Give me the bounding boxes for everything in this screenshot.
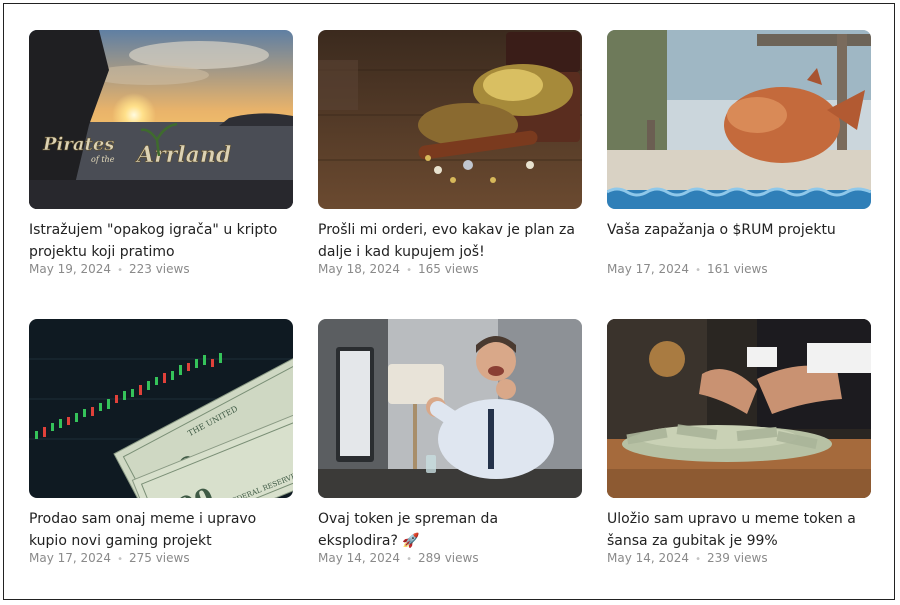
post-thumbnail[interactable] — [318, 319, 582, 498]
post-date: May 14, 2024 — [607, 551, 690, 565]
post-views: 239 views — [706, 551, 768, 565]
post-views: 165 views — [417, 262, 479, 276]
post-card[interactable]: Ovaj token je spreman da eksplodira? 🚀 M… — [318, 319, 582, 569]
image-caption: of the — [91, 155, 115, 164]
separator-dot-icon: • — [117, 554, 123, 565]
post-title[interactable]: Ovaj token je spreman da eksplodira? 🚀 — [318, 508, 582, 552]
separator-dot-icon: • — [695, 265, 701, 276]
post-meta: May 14, 2024 • 239 views — [607, 549, 871, 569]
post-title[interactable]: Uložio sam upravo u meme token a šansa z… — [607, 508, 871, 552]
post-thumbnail[interactable]: 100 THE UNITED 100 FEDERAL RESERVE NOTE — [29, 319, 293, 498]
post-thumbnail[interactable] — [318, 30, 582, 209]
post-date: May 18, 2024 — [318, 262, 401, 276]
post-title[interactable]: Prodao sam onaj meme i upravo kupio novi… — [29, 508, 293, 552]
post-card[interactable]: 100 THE UNITED 100 FEDERAL RESERVE NOTE … — [29, 319, 293, 569]
separator-dot-icon: • — [117, 265, 123, 276]
pirates-arrland-image: Pirates of the Arrland — [29, 30, 293, 209]
image-caption: Arrland — [135, 142, 231, 168]
post-meta: May 19, 2024 • 223 views — [29, 260, 293, 280]
pig-on-beach-image — [607, 30, 871, 209]
post-meta: May 14, 2024 • 289 views — [318, 549, 582, 569]
post-date: May 19, 2024 — [29, 262, 112, 276]
post-meta: May 18, 2024 • 165 views — [318, 260, 582, 280]
post-card[interactable]: Uložio sam upravo u meme token a šansa z… — [607, 319, 871, 569]
separator-dot-icon: • — [406, 265, 412, 276]
post-views: 275 views — [128, 551, 190, 565]
excited-man-image — [318, 319, 582, 498]
post-title[interactable]: Vaša zapažanja o $RUM projektu — [607, 219, 871, 263]
separator-dot-icon: • — [695, 554, 701, 565]
image-caption: Pirates — [42, 134, 114, 155]
post-meta: May 17, 2024 • 275 views — [29, 549, 293, 569]
post-views: 289 views — [417, 551, 479, 565]
post-thumbnail[interactable] — [607, 319, 871, 498]
post-date: May 17, 2024 — [29, 551, 112, 565]
post-thumbnail[interactable]: Pirates of the Arrland — [29, 30, 293, 209]
post-title[interactable]: Prošli mi orderi, evo kakav je plan za d… — [318, 219, 582, 263]
post-grid: Pirates of the Arrland Istražujem "opako… — [3, 3, 895, 600]
post-card[interactable]: Pirates of the Arrland Istražujem "opako… — [29, 30, 293, 280]
post-views: 161 views — [706, 262, 768, 276]
post-meta: May 17, 2024 • 161 views — [607, 260, 871, 280]
dollar-bills-chart-image: 100 THE UNITED 100 FEDERAL RESERVE NOTE — [29, 319, 293, 498]
post-views: 223 views — [128, 262, 190, 276]
separator-dot-icon: • — [406, 554, 412, 565]
post-card[interactable]: Prošli mi orderi, evo kakav je plan za d… — [318, 30, 582, 280]
post-date: May 14, 2024 — [318, 551, 401, 565]
cash-pile-image — [607, 319, 871, 498]
treasure-chest-image — [318, 30, 582, 209]
post-date: May 17, 2024 — [607, 262, 690, 276]
post-card[interactable]: Vaša zapažanja o $RUM projektu May 17, 2… — [607, 30, 871, 280]
post-title[interactable]: Istražujem "opakog igrača" u kripto proj… — [29, 219, 293, 263]
post-thumbnail[interactable] — [607, 30, 871, 209]
